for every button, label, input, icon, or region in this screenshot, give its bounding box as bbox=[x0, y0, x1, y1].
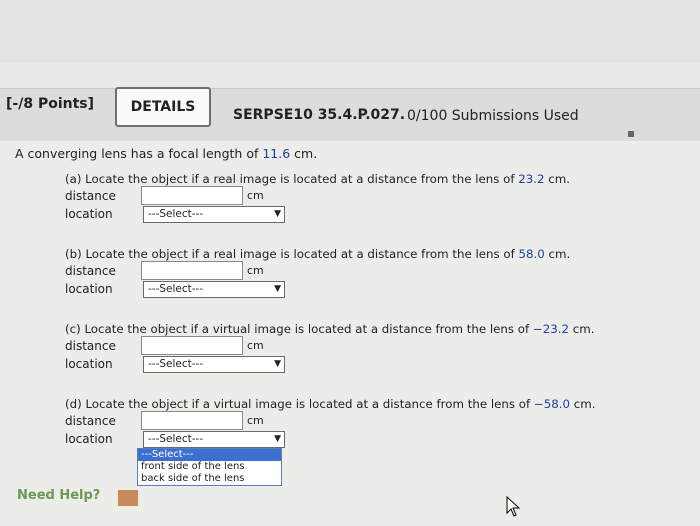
intro-text: A converging lens has a focal length of bbox=[15, 146, 263, 161]
select-value: ---Select--- bbox=[148, 208, 204, 220]
question-header: [-/8 Points] DETAILS SERPSE10 35.4.P.027… bbox=[0, 87, 700, 142]
question-text: (a) Locate the object if a real image is… bbox=[65, 172, 519, 186]
chevron-down-icon: ▼ bbox=[274, 359, 281, 369]
chevron-down-icon: ▼ bbox=[274, 284, 281, 294]
chevron-down-icon: ▼ bbox=[274, 434, 281, 444]
distance-label: distance bbox=[65, 414, 116, 428]
select-value: ---Select--- bbox=[148, 358, 204, 370]
part-b-location-row: location ---Select--- ▼ bbox=[65, 281, 685, 299]
details-button[interactable]: DETAILS bbox=[115, 87, 211, 127]
location-label: location bbox=[65, 432, 113, 446]
question-text: (c) Locate the object if a virtual image… bbox=[65, 322, 533, 336]
distance-unit: cm bbox=[247, 264, 264, 277]
problem-content: A converging lens has a focal length of … bbox=[0, 141, 700, 526]
part-b-distance-row: distance cm bbox=[65, 261, 685, 281]
question-unit: cm. bbox=[544, 247, 571, 261]
part-c: (c) Locate the object if a virtual image… bbox=[65, 322, 685, 374]
dropdown-option-front[interactable]: front side of the lens bbox=[138, 461, 281, 473]
part-d-location-select[interactable]: ---Select--- ▼ bbox=[143, 431, 285, 448]
points-label: [-/8 Points] bbox=[6, 96, 95, 112]
top-background bbox=[0, 0, 700, 62]
distance-label: distance bbox=[65, 264, 116, 278]
problem-code: SERPSE10 35.4.P.027. bbox=[233, 107, 406, 123]
dropdown-option-select[interactable]: ---Select--- bbox=[138, 449, 281, 461]
question-text: (d) Locate the object if a virtual image… bbox=[65, 397, 534, 411]
location-label: location bbox=[65, 357, 113, 371]
part-d-distance-input[interactable] bbox=[141, 411, 243, 430]
problem-intro: A converging lens has a focal length of … bbox=[15, 146, 317, 161]
question-unit: cm. bbox=[570, 397, 596, 411]
part-c-distance-row: distance cm bbox=[65, 336, 685, 356]
part-b-distance-input[interactable] bbox=[141, 261, 243, 280]
distance-label: distance bbox=[65, 339, 116, 353]
location-dropdown-list: ---Select--- front side of the lens back… bbox=[137, 448, 282, 486]
mouse-pointer-icon bbox=[506, 496, 521, 517]
help-button[interactable] bbox=[118, 490, 138, 506]
part-b-question: (b) Locate the object if a real image is… bbox=[65, 247, 685, 261]
part-d: (d) Locate the object if a virtual image… bbox=[65, 397, 685, 449]
part-a-question: (a) Locate the object if a real image is… bbox=[65, 172, 685, 186]
part-c-location-row: location ---Select--- ▼ bbox=[65, 356, 685, 374]
chevron-down-icon: ▼ bbox=[274, 209, 281, 219]
dropdown-option-back[interactable]: back side of the lens bbox=[138, 473, 281, 485]
status-dot bbox=[628, 131, 634, 137]
image-distance-value: 23.2 bbox=[518, 172, 545, 186]
part-c-distance-input[interactable] bbox=[141, 336, 243, 355]
select-value: ---Select--- bbox=[148, 433, 204, 445]
image-distance-value: −58.0 bbox=[533, 397, 571, 411]
question-text: (b) Locate the object if a real image is… bbox=[65, 247, 519, 261]
question-unit: cm. bbox=[544, 172, 571, 186]
location-label: location bbox=[65, 282, 113, 296]
part-a: (a) Locate the object if a real image is… bbox=[65, 172, 685, 224]
image-distance-value: 58.0 bbox=[518, 247, 545, 261]
submissions-used: 0/100 Submissions Used bbox=[407, 108, 579, 124]
part-b-location-select[interactable]: ---Select--- ▼ bbox=[143, 281, 285, 298]
part-a-distance-row: distance cm bbox=[65, 186, 685, 206]
focal-length-value: 11.6 bbox=[262, 146, 291, 161]
distance-label: distance bbox=[65, 189, 116, 203]
select-value: ---Select--- bbox=[148, 283, 204, 295]
part-d-distance-row: distance cm bbox=[65, 411, 685, 431]
location-label: location bbox=[65, 207, 113, 221]
part-c-location-select[interactable]: ---Select--- ▼ bbox=[143, 356, 285, 373]
intro-unit: cm. bbox=[290, 146, 318, 161]
question-unit: cm. bbox=[569, 322, 595, 336]
distance-unit: cm bbox=[247, 414, 264, 427]
image-distance-value: −23.2 bbox=[532, 322, 570, 336]
part-d-location-row: location ---Select--- ▼ bbox=[65, 431, 685, 449]
distance-unit: cm bbox=[247, 339, 264, 352]
part-d-question: (d) Locate the object if a virtual image… bbox=[65, 397, 685, 411]
part-b: (b) Locate the object if a real image is… bbox=[65, 247, 685, 299]
distance-unit: cm bbox=[247, 189, 264, 202]
part-a-location-select[interactable]: ---Select--- ▼ bbox=[143, 206, 285, 223]
need-help-label: Need Help? bbox=[17, 488, 101, 503]
part-a-distance-input[interactable] bbox=[141, 186, 243, 205]
part-c-question: (c) Locate the object if a virtual image… bbox=[65, 322, 685, 336]
part-a-location-row: location ---Select--- ▼ bbox=[65, 206, 685, 224]
